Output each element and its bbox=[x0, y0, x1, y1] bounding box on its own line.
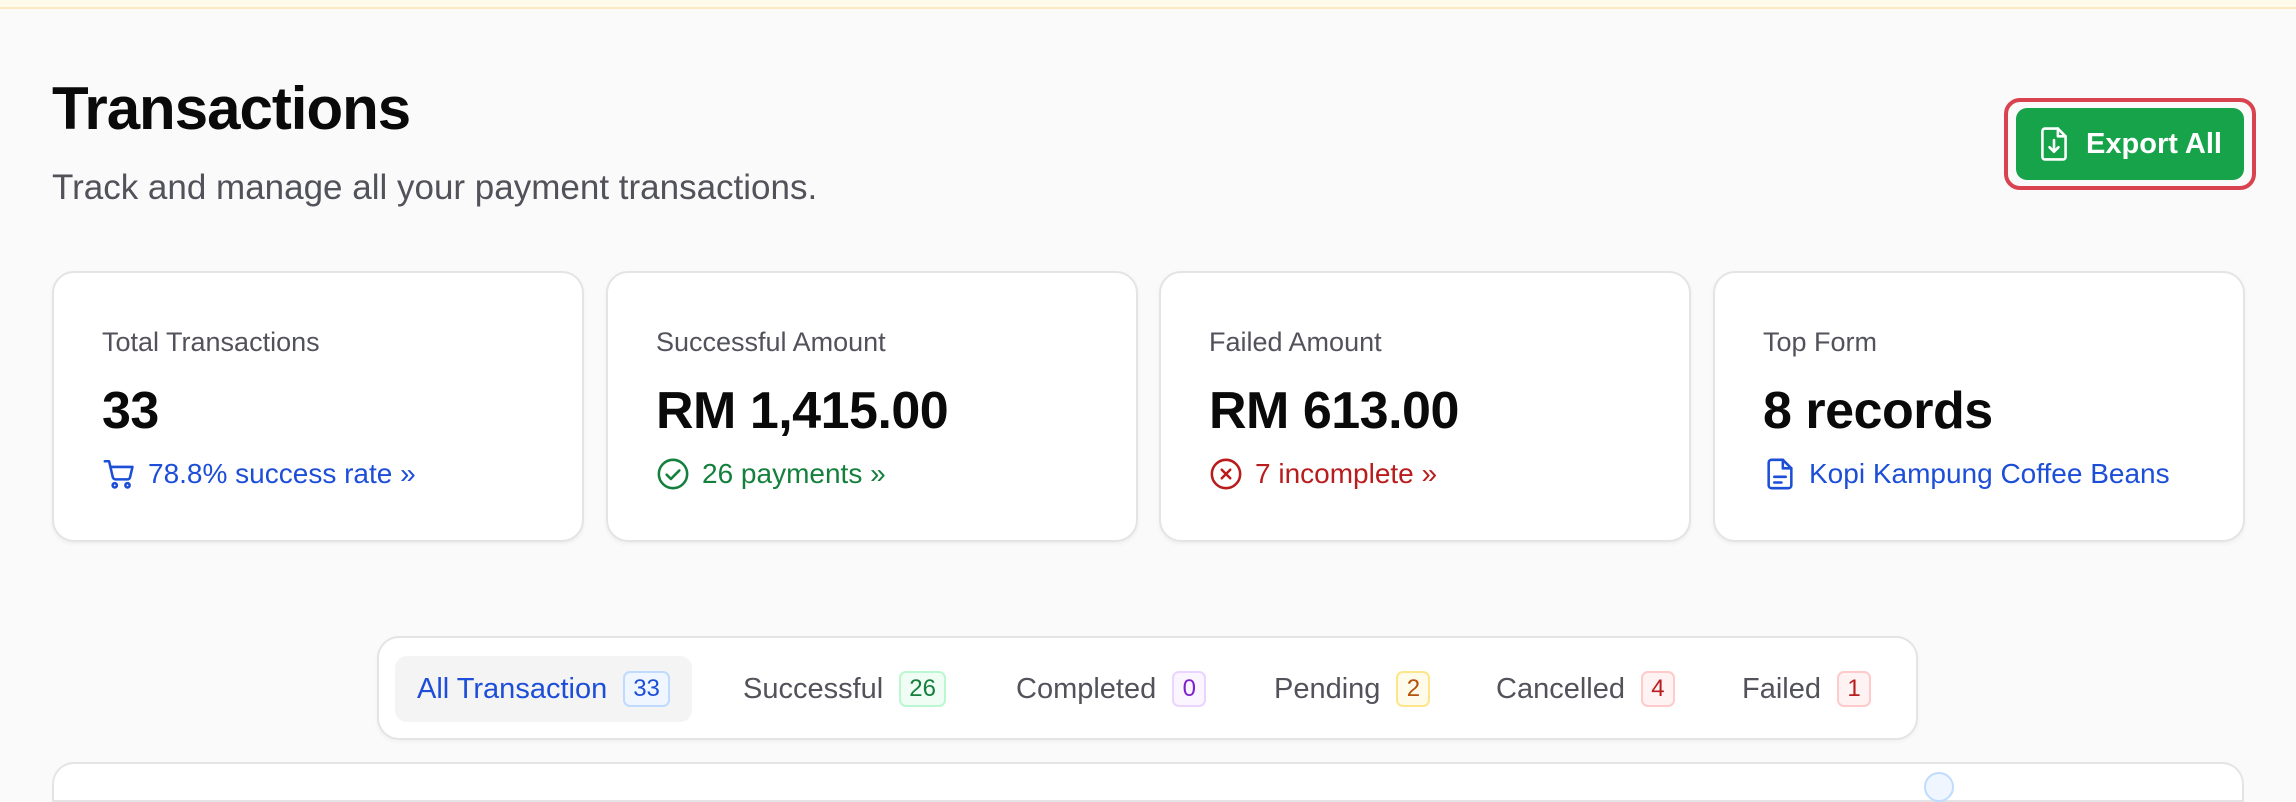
success-rate-link[interactable]: 78.8% success rate » bbox=[102, 457, 416, 491]
stat-card-successful-amount: Successful Amount RM 1,415.00 26 payment… bbox=[606, 271, 1138, 542]
stat-card-top-form: Top Form 8 records Kopi Kampung Coffee B… bbox=[1713, 271, 2245, 542]
count-badge: 2 bbox=[1396, 671, 1431, 707]
count-badge: 0 bbox=[1172, 671, 1207, 707]
incomplete-link[interactable]: 7 incomplete » bbox=[1209, 457, 1437, 491]
page-subtitle: Track and manage all your payment transa… bbox=[52, 168, 818, 207]
tab-label: Completed bbox=[1016, 672, 1157, 705]
stat-card-failed-amount: Failed Amount RM 613.00 7 incomplete » bbox=[1159, 271, 1691, 542]
stat-link-text: Kopi Kampung Coffee Beans bbox=[1809, 458, 2170, 489]
page-title: Transactions bbox=[52, 75, 411, 142]
tab-pending[interactable]: Pending 2 bbox=[1274, 656, 1431, 722]
stat-value: RM 1,415.00 bbox=[656, 382, 949, 440]
tab-all-transaction[interactable]: All Transaction 33 bbox=[395, 656, 692, 722]
export-all-button[interactable]: Export All bbox=[2016, 108, 2244, 180]
tab-completed[interactable]: Completed 0 bbox=[1016, 656, 1207, 722]
stat-label: Total Transactions bbox=[102, 327, 320, 357]
count-badge: 1 bbox=[1837, 671, 1871, 707]
stat-label: Top Form bbox=[1763, 327, 1878, 357]
stat-link-text: 26 payments » bbox=[702, 458, 886, 489]
payments-link[interactable]: 26 payments » bbox=[656, 457, 886, 491]
transactions-table-card bbox=[52, 762, 2244, 802]
tab-label: All Transaction bbox=[417, 672, 608, 705]
tab-label: Failed bbox=[1742, 672, 1821, 705]
stat-card-total-transactions: Total Transactions 33 78.8% success rate… bbox=[52, 271, 584, 542]
tab-label: Successful bbox=[743, 672, 884, 705]
stat-value: RM 613.00 bbox=[1209, 382, 1459, 440]
export-all-label: Export All bbox=[2086, 127, 2222, 160]
stat-label: Successful Amount bbox=[656, 327, 886, 357]
stat-link-text: 7 incomplete » bbox=[1255, 458, 1438, 489]
x-circle-icon bbox=[1210, 458, 1242, 490]
stat-label: Failed Amount bbox=[1209, 327, 1382, 357]
file-download-icon bbox=[2041, 127, 2067, 161]
file-text-icon bbox=[1767, 458, 1793, 490]
tab-label: Cancelled bbox=[1496, 672, 1625, 705]
top-notice-strip bbox=[0, 0, 2296, 9]
stat-link-text: 78.8% success rate » bbox=[148, 458, 416, 489]
count-badge: 26 bbox=[899, 671, 946, 707]
count-badge: 4 bbox=[1640, 671, 1675, 707]
top-form-link[interactable]: Kopi Kampung Coffee Beans bbox=[1763, 457, 2170, 491]
check-circle-icon bbox=[657, 458, 689, 490]
transaction-filter-tabs: All Transaction 33 Successful 26 Complet… bbox=[377, 636, 1918, 740]
stat-value: 8 records bbox=[1763, 382, 1993, 440]
tab-failed[interactable]: Failed 1 bbox=[1742, 656, 1871, 722]
table-header-badge bbox=[1924, 772, 1954, 802]
count-badge: 33 bbox=[623, 671, 670, 707]
tab-label: Pending bbox=[1274, 672, 1381, 705]
tab-cancelled[interactable]: Cancelled 4 bbox=[1496, 656, 1675, 722]
stat-value: 33 bbox=[102, 382, 159, 440]
tab-successful[interactable]: Successful 26 bbox=[743, 656, 946, 722]
cart-icon bbox=[103, 459, 134, 489]
